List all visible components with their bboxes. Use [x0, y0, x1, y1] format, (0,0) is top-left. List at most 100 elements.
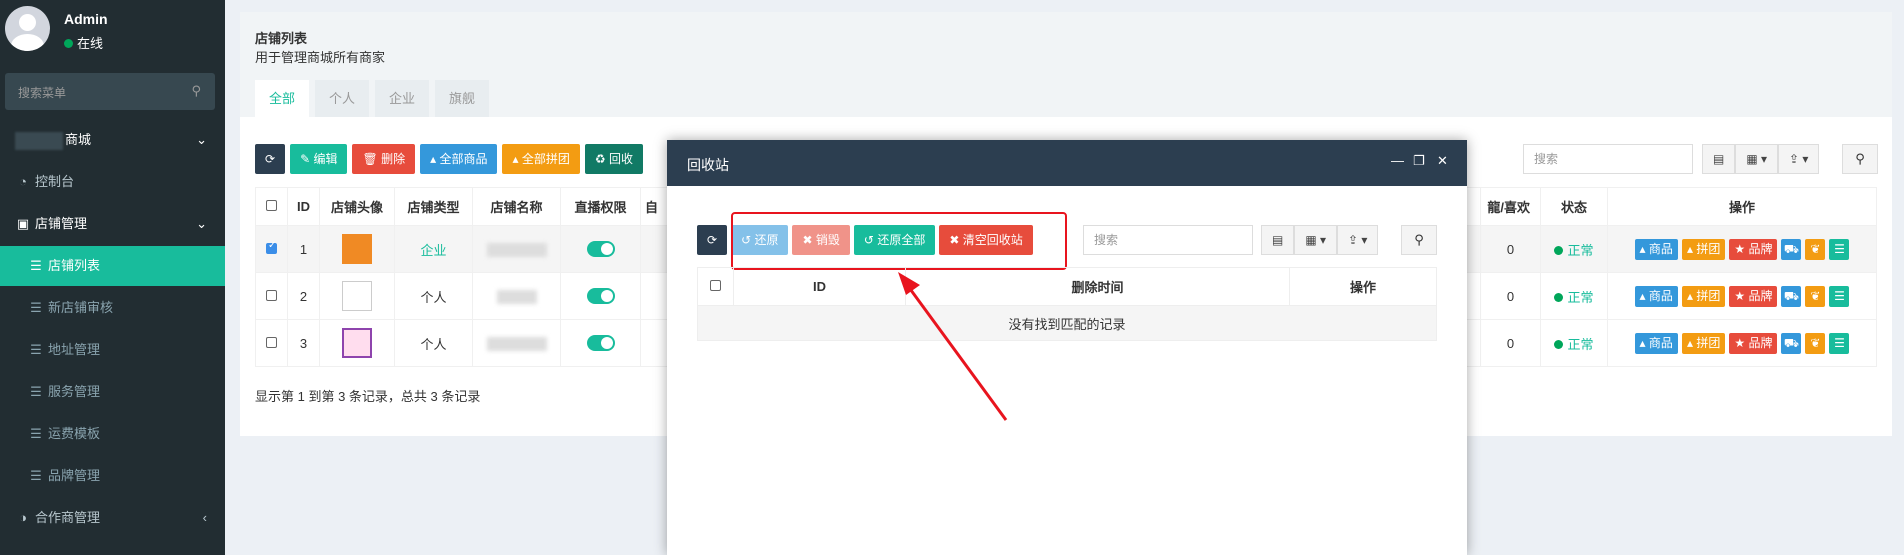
- truck-button[interactable]: ⛟: [1781, 285, 1802, 307]
- sidebar-item-brand[interactable]: ☰ 品牌管理: [0, 456, 225, 496]
- status-label: 正常: [1567, 289, 1594, 305]
- all-goods-label: 全部商品: [439, 152, 488, 166]
- row-likes: 0: [1480, 319, 1541, 367]
- live-toggle[interactable]: [586, 241, 615, 258]
- row-live-cell: [560, 272, 641, 320]
- status-dot-icon: [1554, 245, 1564, 255]
- live-toggle[interactable]: [586, 288, 615, 305]
- store-avatar: [342, 328, 372, 358]
- sidebar-item-new-store-review[interactable]: ☰ 新店铺审核: [0, 288, 225, 328]
- sidebar-item-dashboard[interactable]: ◔ 控制台: [0, 162, 225, 202]
- row-type: 企业: [394, 225, 473, 273]
- tab-enterprise[interactable]: 企业: [375, 80, 430, 117]
- list-button[interactable]: ☰: [1829, 285, 1850, 307]
- close-icon[interactable]: ✕: [1437, 153, 1448, 169]
- recycle-button[interactable]: ♻ 回收: [584, 144, 643, 174]
- col-live: 直播权限: [560, 187, 641, 226]
- status-dot-icon: [1554, 292, 1564, 302]
- user-status: 在线: [64, 33, 103, 52]
- columns-button[interactable]: ▦ ▾: [1735, 144, 1779, 174]
- sidebar-item-address[interactable]: ☰ 地址管理: [0, 330, 225, 370]
- bag-icon: ▴: [1639, 335, 1646, 350]
- delete-button[interactable]: 🗑 删除: [352, 144, 416, 174]
- modal-toggle-view-button[interactable]: ▤: [1261, 225, 1295, 255]
- col-likes: 龍/喜欢: [1480, 187, 1541, 226]
- highlight-box: [731, 212, 1067, 270]
- leaf-button[interactable]: ❦: [1805, 285, 1826, 307]
- modal-export-button[interactable]: ⇪ ▾: [1337, 225, 1379, 255]
- goods-button[interactable]: ▴ 商品: [1634, 332, 1678, 354]
- delete-label: 删除: [381, 152, 406, 166]
- col-name: 店铺名称: [472, 187, 561, 226]
- bag-icon: ▴: [1686, 335, 1693, 350]
- edit-button[interactable]: ✎ 编辑: [290, 144, 348, 174]
- select-all-checkbox[interactable]: [266, 200, 277, 211]
- sidebar-item-label: 店铺管理: [35, 216, 88, 231]
- toggle-view-button[interactable]: ▤: [1702, 144, 1736, 174]
- list-button[interactable]: ☰: [1829, 332, 1850, 354]
- redacted-text: [496, 289, 537, 304]
- bag-icon: ▴: [1686, 241, 1693, 256]
- sidebar-item-shipping[interactable]: ☰ 运费模板: [0, 414, 225, 454]
- row-check-cell: [255, 272, 288, 320]
- goods-button[interactable]: ▴ 商品: [1634, 238, 1678, 260]
- row-actions: ▴ 商品 ▴ 拼团 ★ 品牌 ⛟ ❦ ☰: [1607, 225, 1877, 273]
- brand-button[interactable]: ★ 品牌: [1729, 332, 1778, 354]
- minimize-icon[interactable]: —: [1391, 153, 1404, 168]
- row-checkbox[interactable]: [266, 289, 277, 301]
- brand-label: 品牌: [1748, 288, 1773, 303]
- goods-label: 商品: [1648, 288, 1673, 303]
- brand-button[interactable]: ★ 品牌: [1729, 238, 1778, 260]
- sidebar-item-store-list[interactable]: ☰ 店铺列表: [0, 246, 225, 286]
- all-goods-button[interactable]: ▴ 全部商品: [420, 144, 498, 174]
- leaf-button[interactable]: ❦: [1805, 238, 1826, 260]
- sidebar-item-service[interactable]: ☰ 服务管理: [0, 372, 225, 412]
- col-delete-time: 删除时间: [905, 267, 1290, 306]
- live-toggle[interactable]: [586, 335, 615, 352]
- col-status: 状态: [1540, 187, 1608, 226]
- row-checkbox[interactable]: [266, 336, 277, 348]
- refresh-button[interactable]: ⟳: [255, 144, 286, 174]
- list-button[interactable]: ☰: [1829, 238, 1850, 260]
- bag-icon: ▴: [1639, 241, 1646, 256]
- modal-table-tools: ▤ ▦ ▾ ⇪ ▾: [1261, 225, 1379, 255]
- row-checkbox[interactable]: [266, 240, 277, 254]
- maximize-icon[interactable]: ❐: [1413, 153, 1425, 169]
- recycle-table: ID 删除时间 操作 没有找到匹配的记录: [697, 267, 1437, 341]
- search-icon[interactable]: ⚲: [191, 83, 201, 99]
- col-type: 店铺类型: [394, 187, 473, 226]
- modal-search-button[interactable]: ⚲: [1401, 225, 1437, 255]
- group-button[interactable]: ▴ 拼团: [1681, 238, 1726, 260]
- empty-message: 没有找到匹配的记录: [697, 305, 1437, 341]
- sidebar-item-partner[interactable]: ◑ 合作商管理 ‹: [0, 498, 225, 538]
- sidebar-item-label: 地址管理: [48, 342, 101, 357]
- group-button[interactable]: ▴ 拼团: [1681, 332, 1726, 354]
- tab-personal[interactable]: 个人: [315, 80, 370, 117]
- modal-columns-button[interactable]: ▦ ▾: [1294, 225, 1338, 255]
- modal-search-input[interactable]: 搜索: [1083, 225, 1253, 255]
- leaf-icon: ❦: [1810, 288, 1821, 303]
- sidebar-item-store-mgmt[interactable]: ▣ 店铺管理 ⌄: [0, 204, 225, 244]
- goods-button[interactable]: ▴ 商品: [1634, 285, 1678, 307]
- all-group-button[interactable]: ▴ 全部拼团: [502, 144, 580, 174]
- search-button[interactable]: ⚲: [1842, 144, 1878, 174]
- truck-button[interactable]: ⛟: [1781, 332, 1802, 354]
- select-all-checkbox[interactable]: [710, 280, 721, 291]
- tab-flagship[interactable]: 旗舰: [435, 80, 490, 117]
- avatar: [5, 6, 50, 51]
- menu-search-input[interactable]: 搜索菜单 ⚲: [5, 73, 215, 110]
- star-icon: ★: [1734, 241, 1746, 256]
- row-likes: 0: [1480, 272, 1541, 320]
- group-button[interactable]: ▴ 拼团: [1681, 285, 1726, 307]
- user-panel: Admin 在线: [0, 0, 225, 70]
- sidebar-item-mall[interactable]: 商城 ⌄: [0, 120, 225, 160]
- truck-button[interactable]: ⛟: [1781, 238, 1802, 260]
- export-button[interactable]: ⇪ ▾: [1778, 144, 1820, 174]
- search-input[interactable]: 搜索: [1523, 144, 1693, 174]
- modal-refresh-button[interactable]: ⟳: [697, 225, 728, 255]
- row-avatar-cell: [319, 272, 395, 320]
- leaf-button[interactable]: ❦: [1805, 332, 1826, 354]
- brand-button[interactable]: ★ 品牌: [1729, 285, 1778, 307]
- sidebar-item-label: 新店铺审核: [48, 300, 114, 315]
- tab-all[interactable]: 全部: [255, 80, 310, 117]
